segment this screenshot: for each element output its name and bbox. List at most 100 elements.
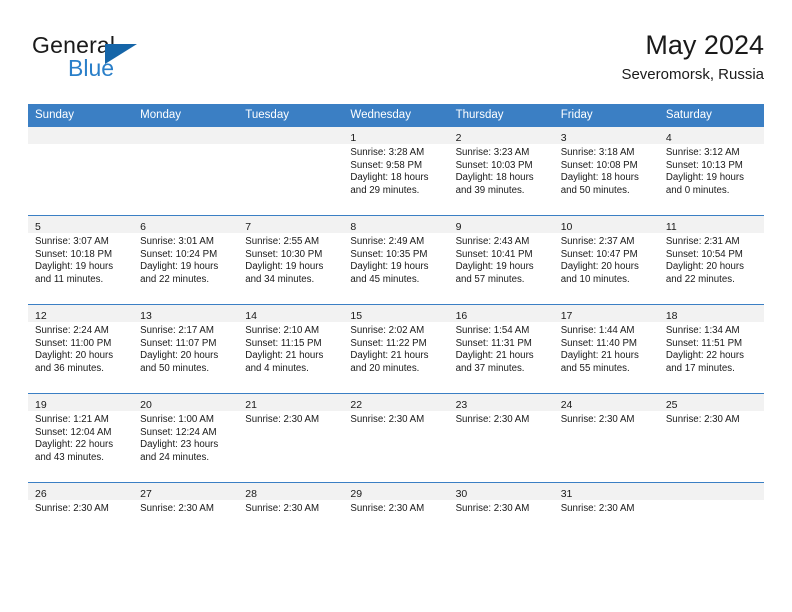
calendar-cell-day[interactable]: 11 Sunrise: 2:31 AM Sunset: 10:54 PM Daylig… bbox=[658, 215, 764, 305]
day-detail-line: Daylight: 19 hours bbox=[350, 261, 429, 273]
calendar-cell-day[interactable]: 29 Sunrise: 2:30 AM bbox=[343, 482, 449, 572]
calendar-cell-day[interactable]: 17 Sunrise: 1:44 AM Sunset: 11:40 PM Daylig… bbox=[553, 304, 659, 394]
day-number-band: 4 bbox=[658, 127, 764, 144]
calendar-cell-day[interactable]: 18 Sunrise: 1:34 AM Sunset: 11:51 PM Daylig… bbox=[658, 304, 764, 394]
day-detail-list: Sunrise: 2:31 AM Sunset: 10:54 PM Daylight… bbox=[659, 233, 764, 286]
calendar-cell-day[interactable]: 21 Sunrise: 2:30 AM bbox=[238, 393, 344, 483]
day-detail-line: Sunset: 11:22 PM bbox=[350, 337, 427, 349]
day-detail-line: and 10 minutes. bbox=[560, 273, 630, 285]
day-detail-list: Sunrise: 1:21 AM Sunset: 12:04 AM Daylight… bbox=[28, 411, 133, 464]
day-detail-line: and 20 minutes. bbox=[350, 362, 420, 374]
day-number: 8 bbox=[350, 221, 357, 233]
day-detail-line: Sunset: 9:58 PM bbox=[350, 159, 423, 171]
calendar-cell-day[interactable]: 13 Sunrise: 2:17 AM Sunset: 11:07 PM Daylig… bbox=[133, 304, 239, 394]
day-detail-line: Daylight: 20 hours bbox=[35, 350, 114, 362]
calendar-cell-day[interactable]: 25 Sunrise: 2:30 AM bbox=[658, 393, 764, 483]
day-number-band: 22 bbox=[343, 394, 449, 411]
calendar-cell-day[interactable]: 30 Sunrise: 2:30 AM bbox=[448, 482, 554, 572]
day-number-band: 16 bbox=[448, 305, 554, 322]
calendar-cell-day[interactable]: 20 Sunrise: 1:00 AM Sunset: 12:24 AM Daylig… bbox=[133, 393, 239, 483]
day-number-band: 30 bbox=[448, 483, 554, 500]
day-detail-line: and 4 minutes. bbox=[245, 362, 309, 374]
page-header: General Blue May 2024 Severomorsk, Russi… bbox=[28, 28, 764, 96]
day-detail-list bbox=[659, 500, 764, 503]
day-number-band: 8 bbox=[343, 216, 449, 233]
day-number-band: 3 bbox=[553, 127, 659, 144]
day-detail-line: Sunset: 11:00 PM bbox=[35, 337, 112, 349]
day-detail-line: Sunrise: 2:30 AM bbox=[560, 414, 635, 425]
day-detail-list bbox=[133, 144, 238, 147]
day-detail-list: Sunrise: 1:44 AM Sunset: 11:40 PM Daylight… bbox=[554, 322, 659, 375]
day-detail-line: Daylight: 20 hours bbox=[140, 350, 219, 362]
calendar-cell-day[interactable]: 14 Sunrise: 2:10 AM Sunset: 11:15 PM Daylig… bbox=[238, 304, 344, 394]
day-number-band: 9 bbox=[448, 216, 554, 233]
calendar-cell-day[interactable]: 16 Sunrise: 1:54 AM Sunset: 11:31 PM Daylig… bbox=[448, 304, 554, 394]
day-detail-line: Daylight: 19 hours bbox=[455, 261, 534, 273]
day-number: 13 bbox=[140, 310, 152, 322]
title-block: May 2024 Severomorsk, Russia bbox=[621, 28, 764, 86]
day-detail-list: Sunrise: 2:30 AM bbox=[343, 411, 448, 427]
day-detail-line: Sunrise: 3:01 AM bbox=[140, 236, 214, 247]
calendar-cell-day[interactable]: 23 Sunrise: 2:30 AM bbox=[448, 393, 554, 483]
page-subtitle: Severomorsk, Russia bbox=[621, 66, 764, 83]
calendar-week-row: 19 Sunrise: 1:21 AM Sunset: 12:04 AM Daylig… bbox=[28, 393, 764, 483]
day-detail-line: and 36 minutes. bbox=[35, 362, 104, 374]
day-number-band: 27 bbox=[133, 483, 239, 500]
day-number: 30 bbox=[455, 488, 468, 500]
calendar-cell-empty bbox=[133, 126, 239, 216]
day-number-band: 18 bbox=[658, 305, 764, 322]
calendar-cell-day[interactable]: 7 Sunrise: 2:55 AM Sunset: 10:30 PM Dayligh… bbox=[238, 215, 344, 305]
calendar-cell-day[interactable]: 12 Sunrise: 2:24 AM Sunset: 11:00 PM Daylig… bbox=[28, 304, 134, 394]
calendar-cell-day[interactable]: 3 Sunrise: 3:18 AM Sunset: 10:08 PM Dayligh… bbox=[553, 126, 659, 216]
day-detail-line: Sunrise: 2:30 AM bbox=[245, 503, 320, 514]
day-detail-list: Sunrise: 2:49 AM Sunset: 10:35 PM Daylight… bbox=[343, 233, 448, 286]
day-detail-list: Sunrise: 3:28 AM Sunset: 9:58 PM Daylight:… bbox=[343, 144, 448, 197]
calendar-cell-day[interactable]: 22 Sunrise: 2:30 AM bbox=[343, 393, 449, 483]
day-detail-line: Sunrise: 1:34 AM bbox=[665, 325, 740, 336]
day-number-band bbox=[658, 483, 764, 500]
day-number: 20 bbox=[140, 399, 152, 411]
day-detail-line: Sunset: 10:24 PM bbox=[140, 248, 218, 260]
calendar-cell-day[interactable]: 8 Sunrise: 2:49 AM Sunset: 10:35 PM Dayligh… bbox=[343, 215, 449, 305]
day-detail-line: Sunrise: 1:44 AM bbox=[560, 325, 635, 336]
day-detail-line: Daylight: 20 hours bbox=[665, 261, 744, 273]
day-number: 11 bbox=[665, 221, 677, 233]
day-number: 26 bbox=[35, 488, 47, 500]
calendar-cell-day[interactable]: 27 Sunrise: 2:30 AM bbox=[133, 482, 239, 572]
day-detail-list: Sunrise: 2:30 AM bbox=[238, 500, 343, 516]
calendar-cell-day[interactable]: 19 Sunrise: 1:21 AM Sunset: 12:04 AM Daylig… bbox=[28, 393, 134, 483]
calendar-cell-day[interactable]: 15 Sunrise: 2:02 AM Sunset: 11:22 PM Daylig… bbox=[343, 304, 449, 394]
calendar-cell-day[interactable]: 28 Sunrise: 2:30 AM bbox=[238, 482, 344, 572]
calendar-cell-day[interactable]: 4 Sunrise: 3:12 AM Sunset: 10:13 PM Dayligh… bbox=[658, 126, 764, 216]
calendar-cell-day[interactable]: 26 Sunrise: 2:30 AM bbox=[28, 482, 134, 572]
day-detail-line: Sunset: 11:51 PM bbox=[665, 337, 743, 349]
calendar-cell-day[interactable]: 6 Sunrise: 3:01 AM Sunset: 10:24 PM Dayligh… bbox=[133, 215, 239, 305]
day-detail-line: Daylight: 21 hours bbox=[350, 350, 429, 362]
calendar-cell-day[interactable]: 1 Sunrise: 3:28 AM Sunset: 9:58 PM Daylight… bbox=[343, 126, 449, 216]
day-number-band: 25 bbox=[658, 394, 764, 411]
day-number: 24 bbox=[560, 399, 573, 411]
day-detail-list: Sunrise: 2:30 AM bbox=[449, 500, 554, 516]
day-number-band: 20 bbox=[133, 394, 239, 411]
day-number: 3 bbox=[560, 132, 567, 144]
calendar-cell-day[interactable]: 31 Sunrise: 2:30 AM bbox=[553, 482, 659, 572]
day-detail-line: Sunset: 12:24 AM bbox=[140, 426, 217, 438]
general-blue-logo[interactable]: General Blue bbox=[32, 32, 252, 92]
day-detail-list: Sunrise: 2:43 AM Sunset: 10:41 PM Daylight… bbox=[449, 233, 554, 286]
calendar-cell-day[interactable]: 24 Sunrise: 2:30 AM bbox=[553, 393, 659, 483]
calendar-cell-day[interactable]: 10 Sunrise: 2:37 AM Sunset: 10:47 PM Daylig… bbox=[553, 215, 659, 305]
day-detail-line: Sunrise: 2:10 AM bbox=[245, 325, 320, 336]
calendar-cell-day[interactable]: 9 Sunrise: 2:43 AM Sunset: 10:41 PM Dayligh… bbox=[448, 215, 554, 305]
calendar-cell-day[interactable]: 2 Sunrise: 3:23 AM Sunset: 10:03 PM Dayligh… bbox=[448, 126, 554, 216]
day-detail-line: Sunrise: 2:49 AM bbox=[350, 236, 425, 247]
day-detail-line: Sunrise: 2:30 AM bbox=[455, 503, 530, 514]
calendar-cell-day[interactable]: 5 Sunrise: 3:07 AM Sunset: 10:18 PM Dayligh… bbox=[28, 215, 134, 305]
day-number: 18 bbox=[665, 310, 678, 322]
day-detail-line: and 22 minutes. bbox=[140, 273, 210, 285]
day-detail-line: Daylight: 21 hours bbox=[455, 350, 534, 362]
day-detail-line: Sunset: 10:54 PM bbox=[665, 248, 743, 260]
day-detail-list: Sunrise: 2:30 AM bbox=[449, 411, 554, 427]
day-number: 2 bbox=[455, 132, 462, 144]
day-number: 22 bbox=[350, 399, 363, 411]
day-number-band bbox=[28, 127, 134, 144]
